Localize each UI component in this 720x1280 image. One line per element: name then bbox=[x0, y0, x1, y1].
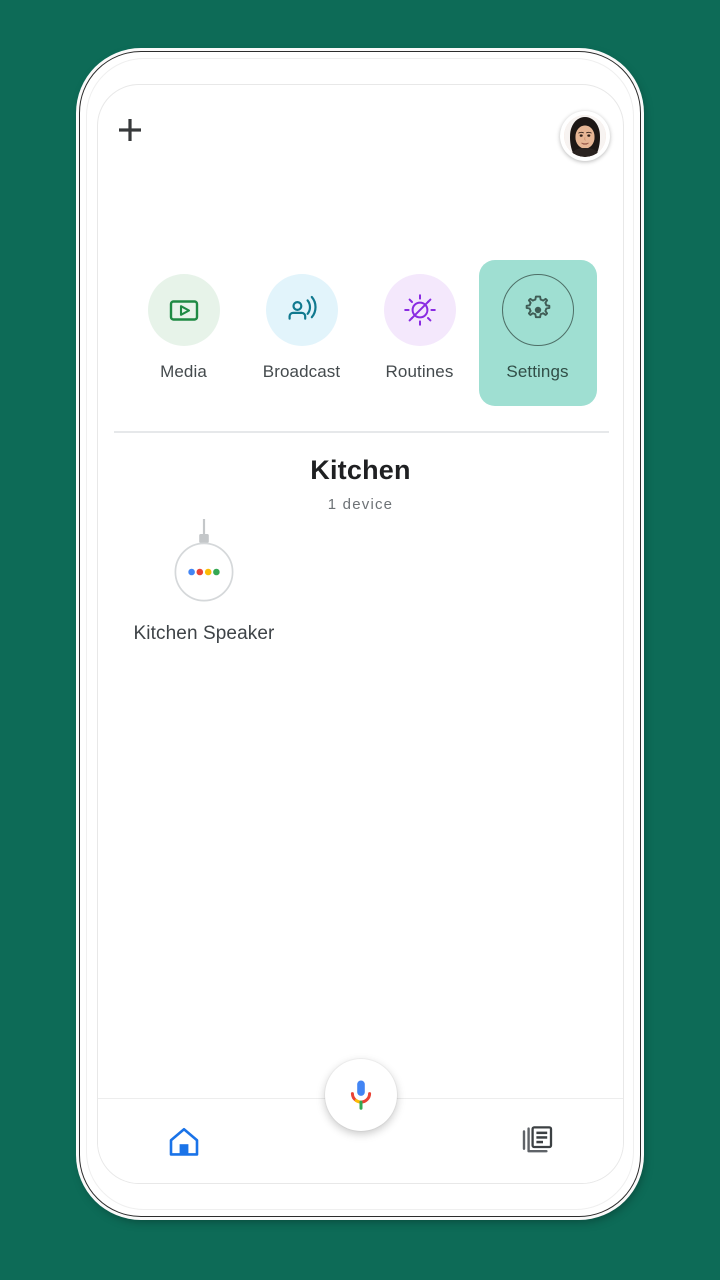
broadcast-icon-background bbox=[265, 274, 338, 346]
avatar-illustration bbox=[564, 115, 606, 157]
google-assistant-button[interactable] bbox=[324, 1059, 397, 1131]
quick-action-settings[interactable]: Settings bbox=[478, 260, 597, 406]
settings-icon-background bbox=[501, 274, 574, 346]
nav-item-home[interactable] bbox=[144, 1111, 224, 1171]
routines-icon-background bbox=[383, 274, 456, 346]
device-card[interactable]: Kitchen Speaker bbox=[124, 515, 284, 645]
device-name: Kitchen Speaker bbox=[133, 623, 275, 644]
pendant-speaker-icon bbox=[174, 519, 234, 602]
quick-action-label: Routines bbox=[385, 362, 454, 381]
quick-action-broadcast[interactable]: Broadcast bbox=[243, 260, 361, 406]
room-device-count: 1 device bbox=[327, 496, 394, 513]
device-icon-wrapper bbox=[156, 515, 252, 611]
google-assistant-mic-icon bbox=[350, 1080, 371, 1110]
quick-action-label: Media bbox=[160, 362, 207, 381]
feed-icon bbox=[522, 1126, 553, 1153]
plus-icon bbox=[119, 119, 141, 141]
avatar[interactable] bbox=[560, 111, 610, 161]
home-icon bbox=[169, 1127, 199, 1156]
media-play-icon bbox=[169, 300, 198, 321]
gear-icon bbox=[525, 295, 550, 319]
add-device-button[interactable] bbox=[107, 107, 153, 153]
avatar-photo bbox=[564, 115, 606, 157]
nav-item-feed[interactable] bbox=[497, 1111, 577, 1171]
quick-action-label: Broadcast bbox=[262, 362, 341, 381]
quick-action-label: Settings bbox=[506, 362, 569, 381]
device-grid: Kitchen Speaker bbox=[124, 515, 604, 645]
phone-screen: Media Broadcast Routines Settings Kitche… bbox=[97, 84, 624, 1184]
broadcast-icon bbox=[288, 295, 317, 320]
quick-actions-row: Media Broadcast Routines Settings bbox=[98, 260, 623, 406]
room-title: Kitchen bbox=[310, 455, 411, 485]
routines-sunrise-icon bbox=[403, 294, 436, 326]
media-icon-background bbox=[147, 274, 220, 346]
room-header: Kitchen 1 device bbox=[98, 455, 623, 513]
top-bar bbox=[98, 85, 623, 171]
section-divider bbox=[114, 431, 609, 433]
quick-action-media[interactable]: Media bbox=[125, 260, 243, 406]
quick-action-routines[interactable]: Routines bbox=[361, 260, 479, 406]
